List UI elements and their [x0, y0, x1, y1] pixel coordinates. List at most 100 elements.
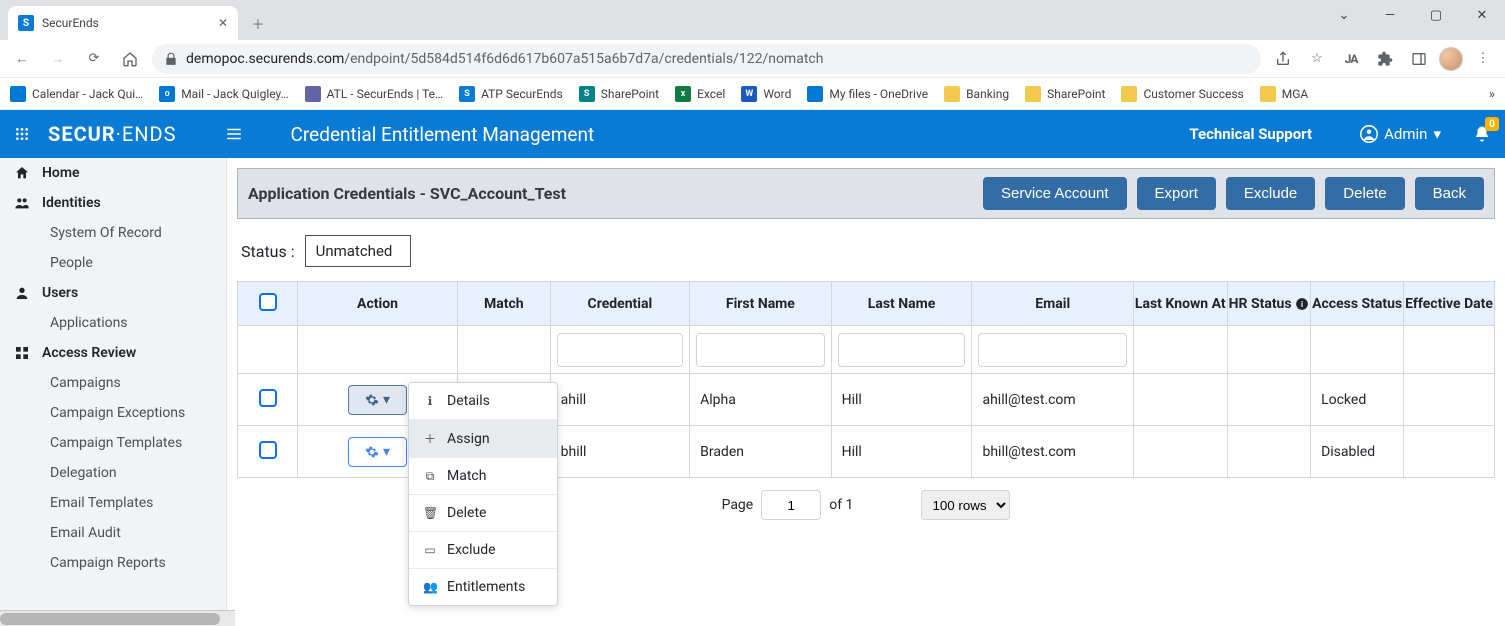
rows-per-page-select[interactable]: 100 rows: [921, 490, 1010, 520]
content-title: Application Credentials - SVC_Account_Te…: [248, 184, 566, 203]
dropdown-item-delete[interactable]: 🗑Delete: [409, 495, 557, 532]
column-header[interactable]: Action: [298, 282, 458, 326]
dropdown-item-assign[interactable]: ＋Assign: [409, 420, 557, 458]
table-cell: [1404, 426, 1495, 478]
dropdown-item-match[interactable]: ⧉Match: [409, 458, 557, 495]
sidebar-label: Access Review: [42, 345, 136, 361]
column-header[interactable]: Last Name: [831, 282, 972, 326]
forward-icon[interactable]: →: [44, 45, 72, 73]
close-icon[interactable]: ✕: [1459, 0, 1505, 30]
bookmark-label: My files - OneDrive: [829, 87, 928, 101]
column-header[interactable]: First Name: [690, 282, 832, 326]
column-filter-input[interactable]: [978, 333, 1126, 367]
minimize-icon[interactable]: —: [1367, 0, 1413, 30]
column-header[interactable]: Last Known At: [1133, 282, 1227, 326]
sidebar-item[interactable]: System Of Record: [0, 218, 226, 248]
bookmark-item[interactable]: Customer Success: [1121, 86, 1243, 102]
gear-icon: [365, 445, 379, 459]
table-cell: Hill: [831, 374, 972, 426]
notification-bell[interactable]: 0: [1473, 125, 1491, 143]
export-button[interactable]: Export: [1137, 177, 1216, 210]
profile-avatar[interactable]: [1439, 47, 1463, 71]
dropdown-item-label: Details: [447, 393, 490, 409]
chevron-down-icon[interactable]: ⌄: [1321, 0, 1367, 30]
sidebar-label: Email Templates: [50, 495, 153, 511]
bookmark-item[interactable]: oMail - Jack Quigley…: [159, 86, 288, 102]
tab-close-icon[interactable]: ✕: [218, 16, 228, 30]
sidebar-item[interactable]: People: [0, 248, 226, 278]
column-header[interactable]: Email: [972, 282, 1133, 326]
new-tab-button[interactable]: ＋: [244, 9, 272, 37]
star-icon[interactable]: ☆: [1303, 45, 1331, 73]
back-button[interactable]: Back: [1415, 177, 1484, 210]
filter-cell: [831, 326, 972, 374]
browser-tab[interactable]: S SecurEnds ✕: [8, 6, 238, 40]
column-header[interactable]: Match: [458, 282, 551, 326]
delete-button[interactable]: Delete: [1325, 177, 1404, 210]
bookmark-item[interactable]: ATL - SecurEnds | Te…: [305, 86, 443, 102]
column-filter-input[interactable]: [557, 333, 683, 367]
table-cell: [238, 426, 298, 478]
horizontal-scrollbar[interactable]: [0, 610, 235, 626]
dropdown-item-details[interactable]: ℹDetails: [409, 383, 557, 420]
sidebar-item[interactable]: Applications: [0, 308, 226, 338]
sidebar-section[interactable]: Identities: [0, 188, 226, 218]
sidebar-item[interactable]: Email Audit: [0, 518, 226, 548]
column-header[interactable]: HR Status i: [1227, 282, 1310, 326]
address-bar[interactable]: demopoc.securends.com/endpoint/5d584d514…: [152, 44, 1261, 74]
bookmark-item[interactable]: Banking: [944, 86, 1009, 102]
user-menu[interactable]: Admin ▾: [1360, 125, 1441, 143]
column-header[interactable]: Credential: [550, 282, 689, 326]
service-account-button[interactable]: Service Account: [983, 177, 1127, 210]
row-action-button[interactable]: ▾: [348, 385, 407, 415]
row-checkbox[interactable]: [259, 441, 277, 459]
column-header[interactable]: [238, 282, 298, 326]
column-header[interactable]: Effective Date: [1404, 282, 1495, 326]
kebab-icon[interactable]: ⋮: [1469, 45, 1497, 73]
home-icon[interactable]: [116, 45, 144, 73]
reload-icon[interactable]: ⟳: [80, 45, 108, 73]
column-header[interactable]: Access Status: [1311, 282, 1404, 326]
bookmark-item[interactable]: SharePoint: [1025, 86, 1105, 102]
row-checkbox[interactable]: [259, 389, 277, 407]
content-titlebar: Application Credentials - SVC_Account_Te…: [237, 168, 1495, 219]
sidebar-item[interactable]: Email Templates: [0, 488, 226, 518]
hamburger-icon[interactable]: [225, 125, 243, 143]
bookmark-item[interactable]: MGA: [1260, 86, 1308, 102]
sidebar-item[interactable]: Campaigns: [0, 368, 226, 398]
bookmark-item[interactable]: WWord: [741, 86, 791, 102]
back-icon[interactable]: ←: [8, 45, 36, 73]
bookmark-item[interactable]: My files - OneDrive: [807, 86, 928, 102]
sidebar-item[interactable]: Delegation: [0, 458, 226, 488]
bookmark-item[interactable]: SATP SecurEnds: [459, 86, 563, 102]
bookmark-item[interactable]: SSharePoint: [579, 86, 659, 102]
bookmark-bar: Calendar - Jack Qui… oMail - Jack Quigley…: [0, 78, 1505, 110]
share-icon[interactable]: [1269, 45, 1297, 73]
bookmark-overflow-icon[interactable]: »: [1489, 87, 1495, 101]
bookmark-item[interactable]: xExcel: [675, 86, 725, 102]
sidebar-item[interactable]: Campaign Templates: [0, 428, 226, 458]
apps-grid-icon[interactable]: [14, 126, 30, 142]
sidebar-item[interactable]: Campaign Exceptions: [0, 398, 226, 428]
sidebar-section[interactable]: Home: [0, 158, 226, 188]
dropdown-item-exclude[interactable]: ▭Exclude: [409, 532, 557, 569]
dropdown-item-entitlements[interactable]: 👥Entitlements: [409, 569, 557, 605]
sidebar-section[interactable]: Users: [0, 278, 226, 308]
sidebar-item[interactable]: Campaign Reports: [0, 548, 226, 578]
column-filter-input[interactable]: [838, 333, 966, 367]
puzzle-icon[interactable]: [1371, 45, 1399, 73]
status-select[interactable]: Unmatched: [305, 235, 412, 267]
brand-logo[interactable]: SECUR·ENDS: [48, 122, 177, 146]
extension-ja-icon[interactable]: JA: [1337, 45, 1365, 73]
exclude-button[interactable]: Exclude: [1226, 177, 1315, 210]
column-filter-input[interactable]: [696, 333, 825, 367]
sidepanel-icon[interactable]: [1405, 45, 1433, 73]
technical-support-link[interactable]: Technical Support: [1189, 125, 1312, 143]
sidebar-section[interactable]: Access Review: [0, 338, 226, 368]
maximize-icon[interactable]: ▢: [1413, 0, 1459, 30]
info-icon[interactable]: i: [1295, 297, 1309, 311]
select-all-checkbox[interactable]: [259, 293, 277, 311]
row-action-button[interactable]: ▾: [348, 437, 407, 467]
bookmark-item[interactable]: Calendar - Jack Qui…: [10, 86, 143, 102]
page-input[interactable]: [761, 490, 821, 520]
